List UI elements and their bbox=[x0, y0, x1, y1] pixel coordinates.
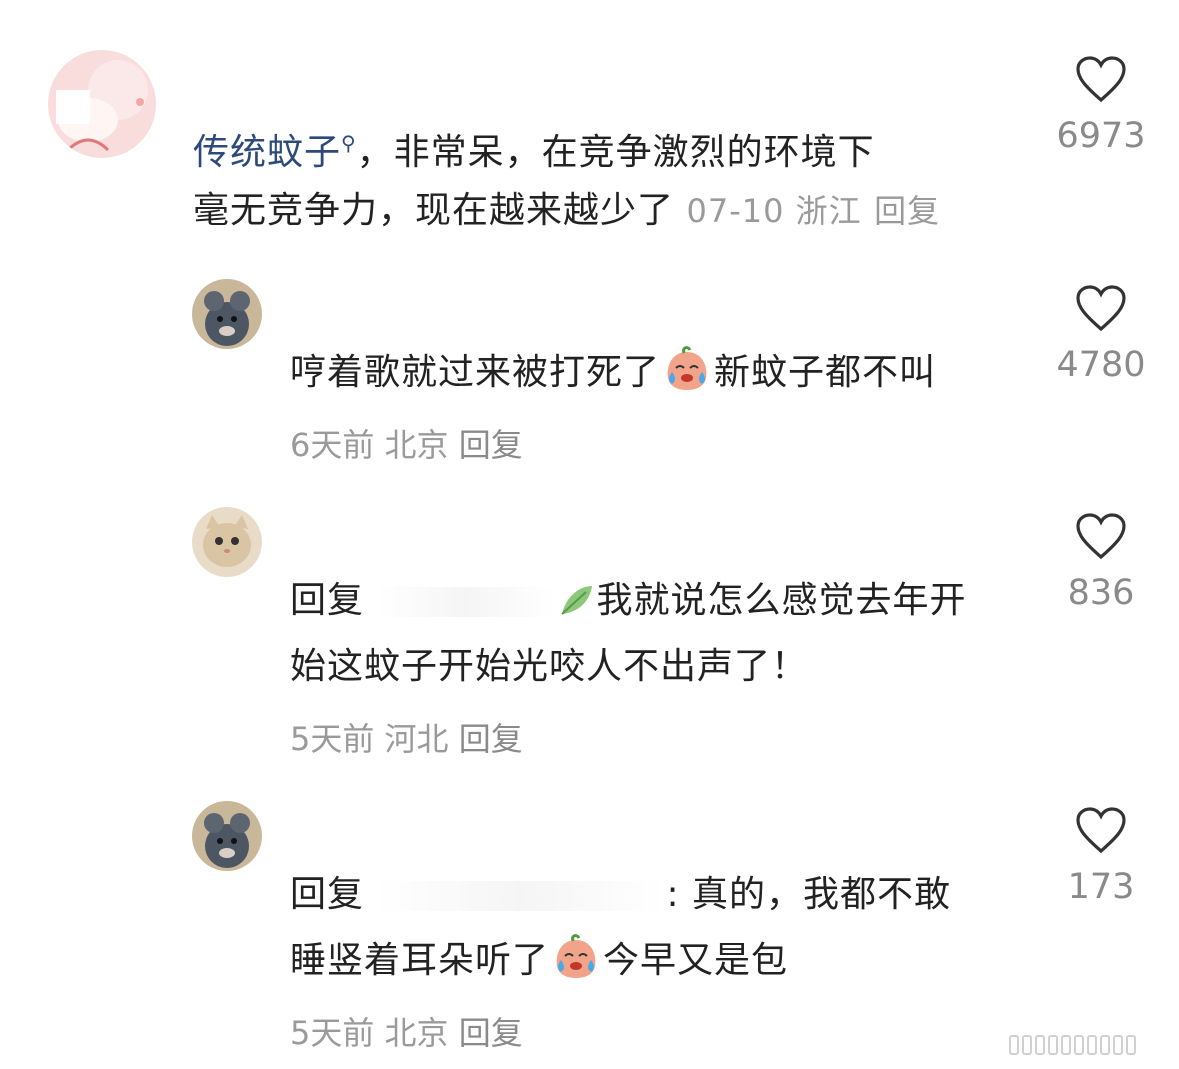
reply-button[interactable]: 回复 bbox=[874, 192, 940, 230]
like-count: 173 bbox=[1067, 867, 1135, 907]
comment-line2: 始这蚊子开始光咬人不出声了！ bbox=[290, 634, 808, 700]
comment-line2: 毫无竞争力，现在越来越少了 07-10 浙江 回复 bbox=[193, 178, 940, 244]
heart-icon[interactable] bbox=[1075, 285, 1127, 333]
heart-icon[interactable] bbox=[1075, 56, 1127, 104]
comment-text-line1: ，非常呆，在竞争激烈的环境下 bbox=[356, 132, 875, 173]
avatar[interactable] bbox=[192, 279, 262, 349]
avatar[interactable] bbox=[192, 801, 262, 871]
like-count: 6973 bbox=[1056, 116, 1146, 156]
like-count: 4780 bbox=[1056, 345, 1146, 385]
comment-text-part: 今早又是包 bbox=[603, 940, 789, 981]
search-icon[interactable]: ⚲ bbox=[341, 131, 357, 155]
comment-line2: 睡竖着耳朵听了 今早又是包 bbox=[290, 928, 788, 994]
comment-text-part: 睡竖着耳朵听了 bbox=[290, 940, 550, 981]
reply-button[interactable]: 回复 bbox=[459, 426, 523, 464]
leaf-icon bbox=[561, 586, 593, 615]
reply-prefix: 回复 bbox=[290, 874, 365, 915]
comment-text: 回复 我就说怎么感觉去年开 bbox=[290, 568, 966, 634]
watermark bbox=[1009, 1035, 1169, 1057]
comment-meta: 5天前 北京 bbox=[290, 1014, 449, 1052]
comment-meta-row: 6天前 北京 回复 bbox=[290, 420, 523, 466]
heart-icon[interactable] bbox=[1075, 807, 1127, 855]
like-button[interactable]: 173 bbox=[1046, 807, 1156, 907]
avatar[interactable] bbox=[48, 50, 156, 158]
like-count: 836 bbox=[1067, 573, 1135, 613]
comment-meta: 6天前 北京 bbox=[290, 426, 449, 464]
comment-meta: 07-10 浙江 bbox=[686, 192, 862, 230]
crying-face-icon bbox=[667, 346, 707, 390]
comment-meta-row: 5天前 北京 回复 bbox=[290, 1008, 523, 1054]
reply-prefix: 回复 bbox=[290, 580, 365, 621]
comment-text: 回复 : 真的，我都不敢 bbox=[290, 862, 951, 928]
comment-text: 传统蚊子⚲，非常呆，在竞争激烈的环境下 bbox=[193, 110, 875, 186]
comment-text-line1: 我就说怎么感觉去年开 bbox=[596, 580, 967, 621]
like-button[interactable]: 6973 bbox=[1046, 56, 1156, 156]
comment-text-line1: : 真的，我都不敢 bbox=[666, 874, 952, 915]
avatar[interactable] bbox=[192, 507, 262, 577]
mentioned-user[interactable] bbox=[376, 587, 557, 617]
comment-meta: 5天前 河北 bbox=[290, 720, 449, 758]
crying-face-icon bbox=[556, 934, 596, 978]
heart-icon[interactable] bbox=[1075, 513, 1127, 561]
mentioned-user[interactable] bbox=[376, 881, 667, 911]
comment-text: 哼着歌就过来被打死了 新蚊子都不叫 bbox=[290, 340, 936, 406]
like-button[interactable]: 4780 bbox=[1046, 285, 1156, 385]
comment-text-part: 新蚊子都不叫 bbox=[714, 352, 937, 393]
comment-text-line2: 始这蚊子开始光咬人不出声了！ bbox=[290, 646, 809, 687]
username[interactable]: 传统蚊子 bbox=[193, 132, 341, 173]
like-button[interactable]: 836 bbox=[1046, 513, 1156, 613]
comment-text-part: 哼着歌就过来被打死了 bbox=[290, 352, 661, 393]
comment-text-line2: 毫无竞争力，现在越来越少了 bbox=[193, 190, 675, 231]
comment-meta-row: 5天前 河北 回复 bbox=[290, 714, 523, 760]
reply-button[interactable]: 回复 bbox=[459, 1014, 523, 1052]
reply-button[interactable]: 回复 bbox=[459, 720, 523, 758]
